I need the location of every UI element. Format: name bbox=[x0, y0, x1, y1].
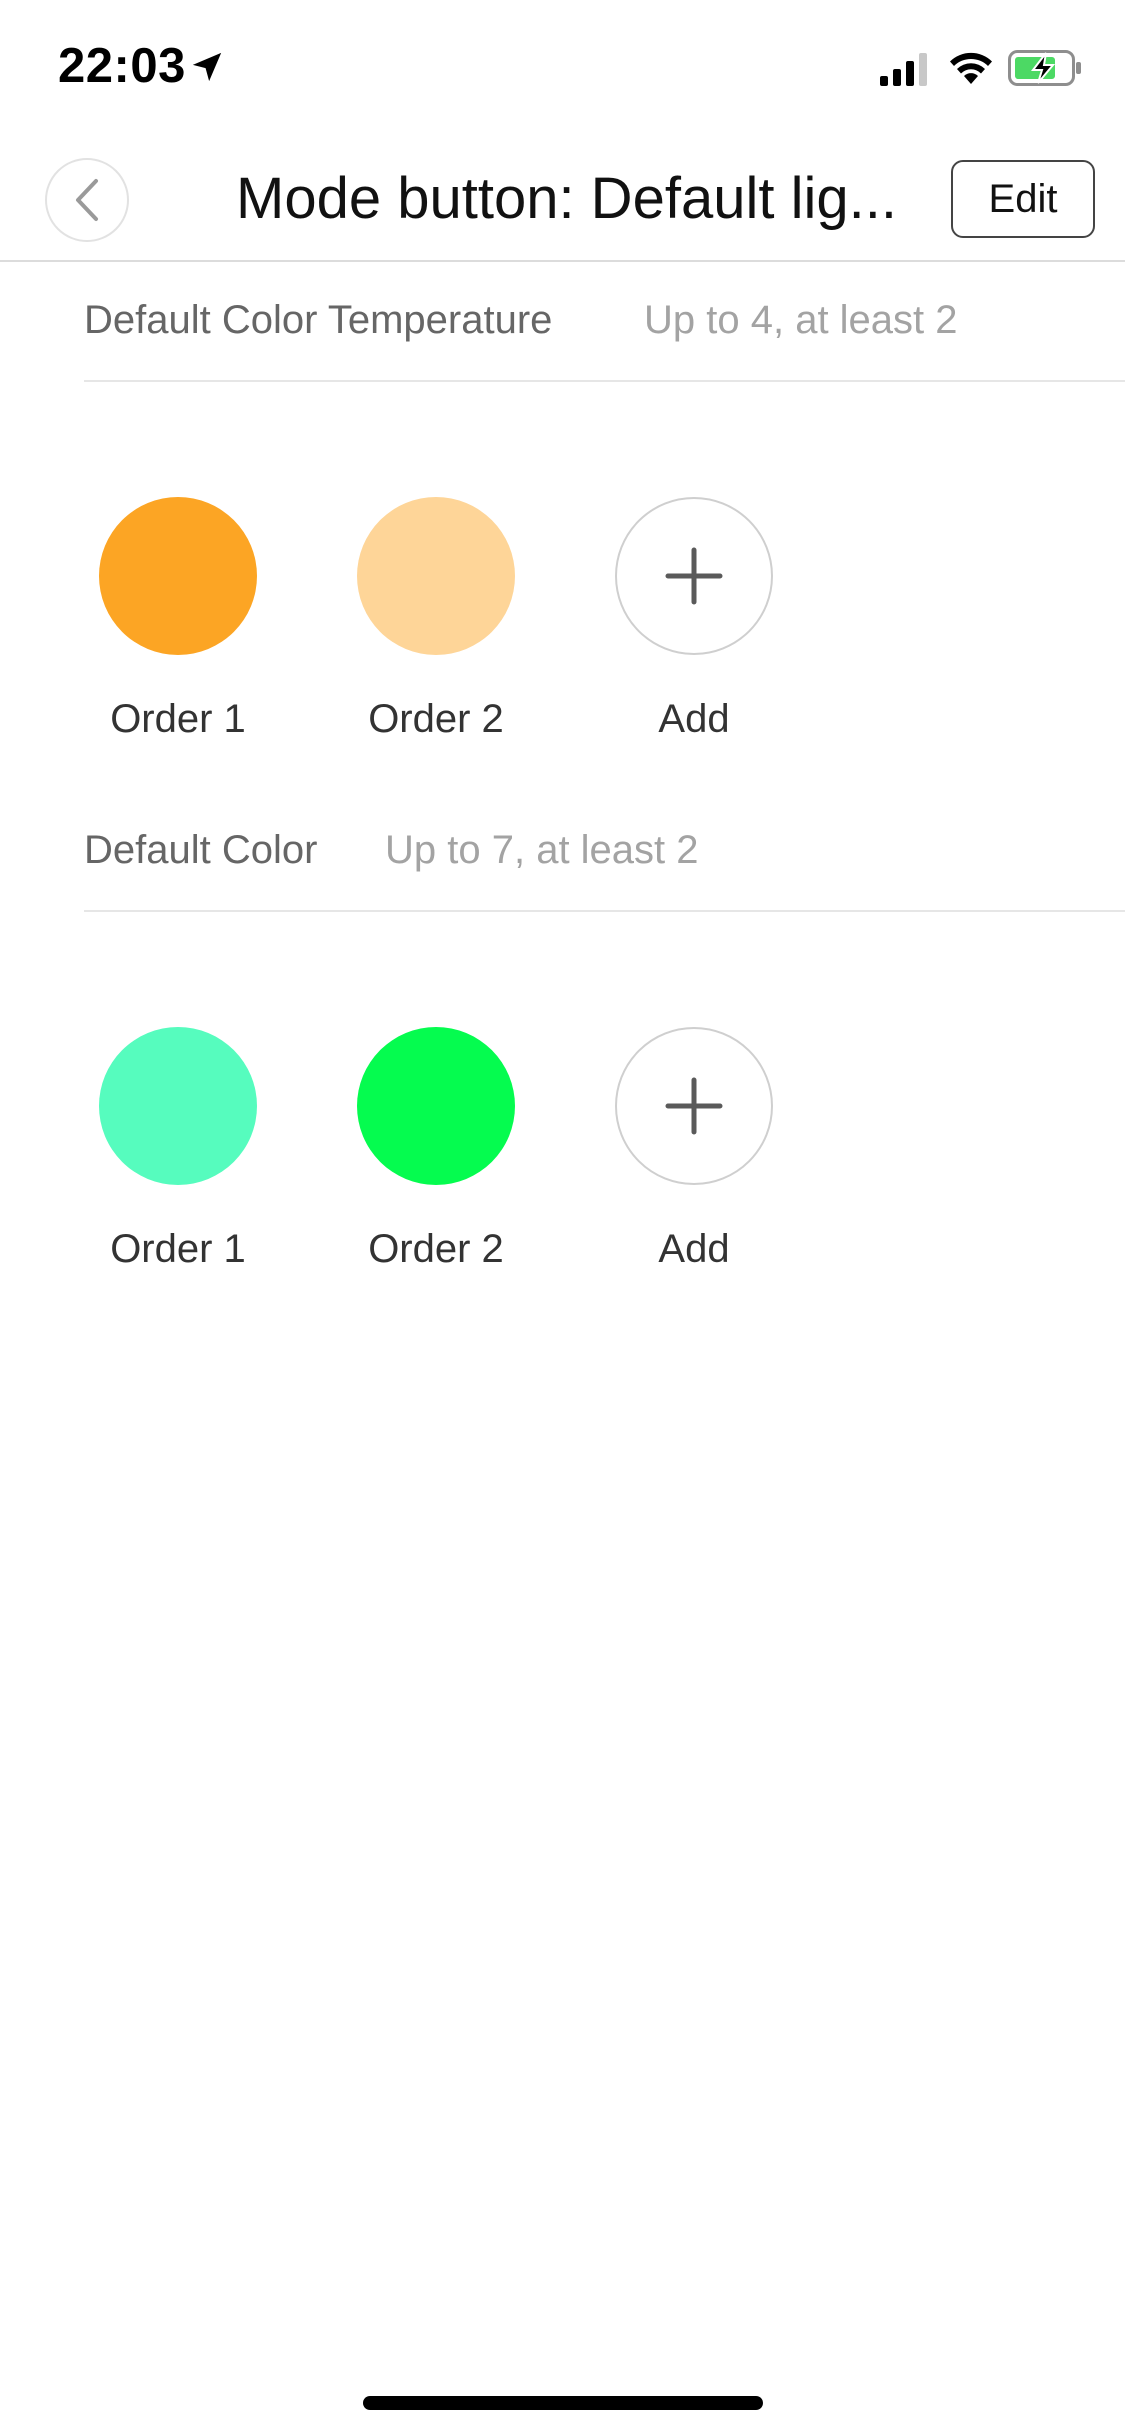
color-swatch[interactable] bbox=[357, 1027, 515, 1185]
add-swatch-item[interactable]: Add bbox=[567, 497, 787, 777]
status-time: 22:03 bbox=[58, 39, 186, 93]
color-swatch[interactable] bbox=[99, 497, 257, 655]
section-title: Default Color Temperature bbox=[84, 298, 553, 342]
add-label: Add bbox=[658, 1227, 730, 1271]
swatch-item[interactable]: Order 1 bbox=[51, 497, 271, 777]
color-swatch[interactable] bbox=[357, 497, 515, 655]
add-button[interactable] bbox=[615, 1027, 773, 1185]
swatch-label: Order 1 bbox=[110, 1227, 246, 1271]
swatch-item[interactable]: Order 1 bbox=[51, 1027, 271, 1307]
section-hint: Up to 7, at least 2 bbox=[385, 828, 699, 872]
chevron-left-icon bbox=[76, 179, 98, 221]
section-hint: Up to 4, at least 2 bbox=[644, 298, 958, 342]
cellular-signal-icon bbox=[880, 53, 927, 86]
section-header-color-temperature: Default Color Temperature Up to 4, at le… bbox=[84, 272, 1125, 382]
add-swatch-item[interactable]: Add bbox=[567, 1027, 787, 1307]
battery-charging-icon bbox=[1008, 50, 1081, 86]
color-swatch-list: Order 1 Order 2 Add bbox=[0, 1027, 1125, 1307]
location-arrow-icon bbox=[192, 52, 222, 82]
plus-icon bbox=[665, 547, 723, 605]
add-label: Add bbox=[658, 697, 730, 741]
section-title: Default Color bbox=[84, 828, 318, 872]
swatch-item[interactable]: Order 2 bbox=[309, 497, 529, 777]
color-swatch[interactable] bbox=[99, 1027, 257, 1185]
edit-button[interactable]: Edit bbox=[951, 160, 1095, 238]
home-indicator[interactable] bbox=[363, 2396, 763, 2410]
color-temperature-swatch-list: Order 1 Order 2 Add bbox=[0, 497, 1125, 777]
page-title: Mode button: Default lig... bbox=[236, 166, 896, 231]
navigation-bar: Mode button: Default lig... Edit bbox=[0, 132, 1125, 262]
back-button[interactable] bbox=[45, 158, 129, 242]
wifi-icon bbox=[950, 52, 992, 84]
plus-icon bbox=[665, 1077, 723, 1135]
swatch-label: Order 1 bbox=[110, 697, 246, 741]
swatch-item[interactable]: Order 2 bbox=[309, 1027, 529, 1307]
add-button[interactable] bbox=[615, 497, 773, 655]
status-bar: 22:03 bbox=[0, 0, 1125, 132]
section-header-color: Default Color Up to 7, at least 2 bbox=[84, 802, 1125, 912]
swatch-label: Order 2 bbox=[368, 1227, 504, 1271]
swatch-label: Order 2 bbox=[368, 697, 504, 741]
